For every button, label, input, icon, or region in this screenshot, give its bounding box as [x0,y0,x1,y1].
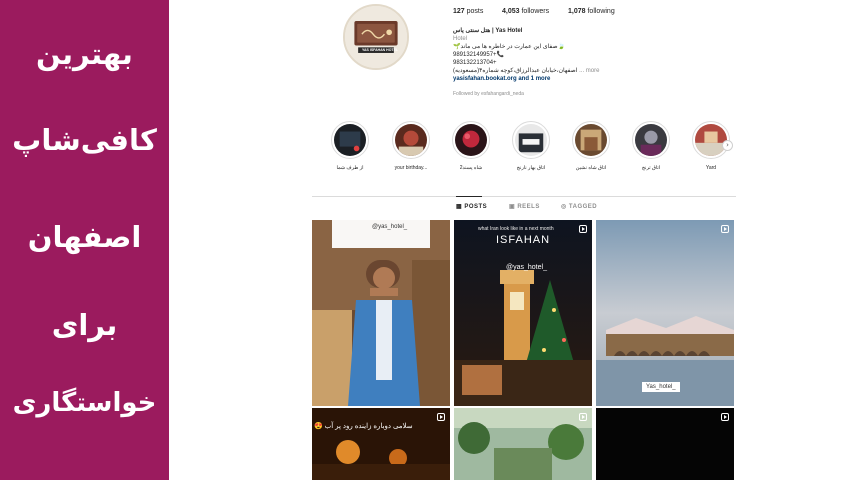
highlight-label: از طرف شما [336,165,364,171]
screen: بهترین کافی‌شاپ اصفهان برای خواستگاری YA… [0,0,853,480]
bio-line-2: 989132149957+📞 [453,52,505,58]
following-label: following [587,8,615,15]
post-tag: Yas_hotel_ [642,382,680,392]
avatar-logo-text: YAS ISFAHAN HOTEL [362,48,399,52]
active-tab-indicator [456,196,482,197]
tab-posts-label: POSTS [464,204,488,210]
post-tile[interactable]: Yas_hotel_ [596,220,734,406]
tab-reels-label: REELS [517,204,540,210]
post-tile[interactable]: what Iran look like in a next month ISFA… [454,220,592,406]
reel-icon [721,413,729,421]
post-title: ISFAHAN [496,234,551,246]
highlight-item[interactable]: از طرف شما [326,121,374,171]
highlight-item[interactable]: شاه پسند2 [447,121,495,171]
tab-reels[interactable]: ▣ REELS [509,203,540,210]
profile-category: Hotel [453,36,468,42]
reel-icon [721,225,729,233]
bio-address: (اصفهان،خیابان عبدالرزاق،کوچه شماره۴(مسع… [453,68,578,74]
bio-more-link[interactable]: ... more [579,68,599,74]
profile-name: هتل سنتی یاس | Yas Hotel [453,28,523,34]
following-count: 1,078 [568,8,586,15]
post-tile[interactable]: @yas_hotel_ [312,220,450,406]
highlight-item[interactable]: اتاق بهار نارنج [507,121,555,171]
highlight-thumbnail [334,124,366,156]
tag-icon: ◎ [561,204,569,210]
stat-followers[interactable]: 4,053 followers [502,8,549,15]
posts-count: 127 [453,8,465,15]
post-tag: @yas_hotel_ [372,224,408,230]
tabs-divider [312,196,736,197]
highlight-label: اتاق ترنج [641,165,661,171]
banner-line-1: بهترین [36,37,133,71]
tab-tagged[interactable]: ◎ TAGGED [561,203,597,210]
bio-line-4: (اصفهان،خیابان عبدالرزاق،کوچه شماره۴(مسع… [453,67,653,75]
banner-line-5: خواستگاری [12,388,157,418]
highlight-label: your birthday... [394,165,428,171]
highlight-thumbnail [635,124,667,156]
post-tile[interactable] [454,408,592,480]
highlight-label: اتاق شاه نشین [575,165,607,171]
highlight-label: اتاق بهار نارنج [516,165,546,171]
highlight-item[interactable]: your birthday... [387,121,435,171]
post-tile[interactable] [596,408,734,480]
stat-following[interactable]: 1,078 following [568,8,615,15]
highlight-thumbnail [575,124,607,156]
banner-line-3: اصفهان [27,220,142,254]
banner-line-2: کافی‌شاپ [12,123,157,157]
posts-label: posts [466,8,484,15]
bio-line-3: 983132213704+ [453,60,497,66]
tab-tagged-label: TAGGED [568,204,598,210]
highlight-thumbnail [395,124,427,156]
banner-line-4: برای [51,308,118,342]
title-banner: بهترین کافی‌شاپ اصفهان برای خواستگاری [0,0,169,480]
profile-link[interactable]: yasisfahan.bookat.org and 1 more [453,75,653,83]
post-tile[interactable]: سلامی دوباره زاینده رود پر آب 😍 [312,408,450,480]
highlight-item[interactable]: اتاق شاه نشین [567,121,615,171]
highlight-thumbnail [455,124,487,156]
stat-posts: 127 posts [453,8,483,15]
instagram-profile: YAS ISFAHAN HOTEL 127 posts 4,053 follow… [169,0,853,480]
followers-label: followers [521,8,550,15]
highlight-item[interactable]: اتاق ترنج [627,121,675,171]
highlights-next-button[interactable]: › [722,140,733,151]
tab-posts[interactable]: ▦ POSTS [456,203,487,210]
reel-icon [437,413,445,421]
followers-count: 4,053 [502,8,520,15]
followed-by[interactable]: Followed by esfahangardi_neda [453,90,653,98]
profile-avatar[interactable] [343,4,409,70]
highlight-label: شاه پسند2 [459,165,483,171]
highlight-label: Yard [705,165,717,171]
bio-line-1: 🌱صفای این عمارت در خاطره ها می ماند🍃 [453,44,566,50]
highlight-thumbnail [515,124,547,156]
highlight-thumbnail [695,124,727,156]
post-caption: what Iran look like in a next month [478,226,554,232]
post-tag: @yas_hotel_ [506,264,547,271]
reel-icon [579,225,587,233]
reel-icon [579,413,587,421]
post-caption: سلامی دوباره زاینده رود پر آب 😍 [314,423,413,430]
